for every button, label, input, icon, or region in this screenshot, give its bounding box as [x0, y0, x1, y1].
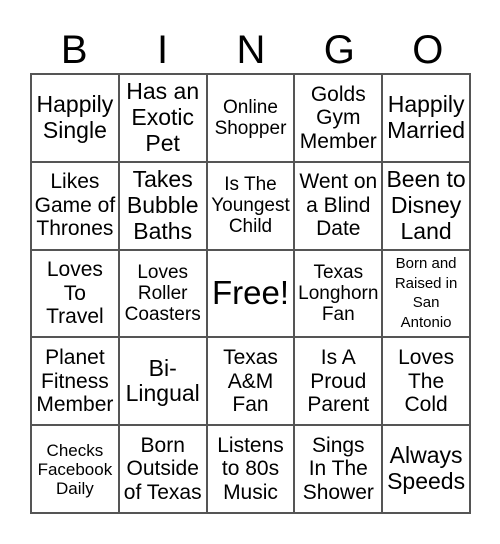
bingo-cell: Born and Raised in San Antonio — [382, 249, 470, 338]
header-letter-n: N — [236, 28, 266, 72]
bingo-cell: Planet Fitness Member — [31, 337, 119, 426]
bingo-cell: Has an Exotic Pet — [118, 74, 207, 162]
bingo-cell: Loves The Cold — [382, 337, 470, 426]
header-letter-g: G — [323, 28, 355, 72]
bingo-cell: Loves To Travel — [31, 249, 119, 338]
bingo-cell: Sings In The Shower — [294, 425, 383, 513]
bingo-header: B I N G O — [30, 28, 472, 72]
bingo-cell: Is A Proud Parent — [294, 337, 383, 426]
header-letter-o: O — [412, 28, 444, 72]
bingo-cell: Happily Married — [382, 74, 470, 162]
bingo-cell: Online Shopper — [206, 74, 295, 162]
bingo-cell: Went on a Blind Date — [294, 161, 383, 250]
bingo-cell: Likes Game of Thrones — [31, 161, 119, 250]
bingo-cell: Checks Facebook Daily — [31, 425, 119, 513]
bingo-cell: Listens to 80s Music — [206, 425, 295, 513]
free-space-cell: Free! — [206, 249, 295, 338]
bingo-cell: Been to Disney Land — [382, 161, 470, 250]
bingo-cell: Texas Longhorn Fan — [294, 249, 383, 338]
bingo-cell: Takes Bubble Baths — [118, 161, 207, 250]
bingo-cell: Happily Single — [31, 74, 119, 162]
bingo-cell: Always Speeds — [382, 425, 470, 513]
header-letter-i: I — [157, 28, 169, 72]
bingo-card-grid: Happily Single Has an Exotic Pet Online … — [30, 73, 471, 514]
bingo-cell: Golds Gym Member — [294, 74, 383, 162]
bingo-cell: Texas A&M Fan — [206, 337, 295, 426]
bingo-cell: Born Outside of Texas — [118, 425, 207, 513]
bingo-cell: Loves Roller Coasters — [118, 249, 207, 338]
bingo-cell: Is The Youngest Child — [206, 161, 295, 250]
header-letter-b: B — [60, 28, 88, 72]
bingo-cell: Bi- Lingual — [118, 337, 207, 426]
